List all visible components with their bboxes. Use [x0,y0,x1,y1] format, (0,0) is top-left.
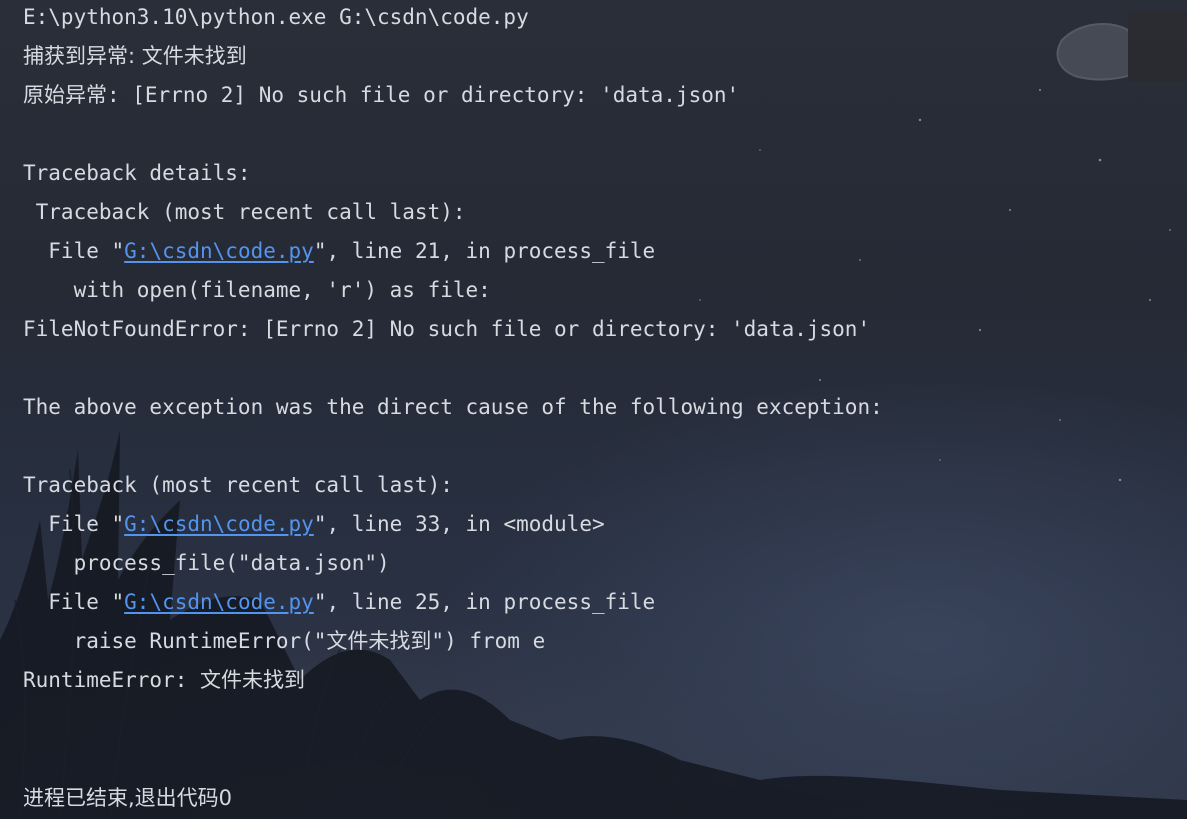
frame-suffix: ", line 21, in process_file [313,239,656,263]
traceback-code-line: with open(filename, 'r') as file: [23,278,491,302]
frame-prefix: File " [23,590,125,614]
frame-suffix: ", line 25, in process_file [313,590,656,614]
file-link[interactable]: G:\csdn\code.py [124,590,314,614]
command-line: E:\python3.10\python.exe G:\csdn\code.py [23,5,529,29]
caught-exception-line: 捕获到异常: 文件未找到 [23,44,247,68]
file-link[interactable]: G:\csdn\code.py [124,512,314,536]
traceback-details-label: Traceback details: [23,161,251,185]
traceback-code-line: raise RuntimeError("文件未找到") from e [23,629,546,653]
runtime-error-line: RuntimeError: 文件未找到 [23,668,306,692]
file-not-found-error-line: FileNotFoundError: [Errno 2] No such fil… [23,317,871,341]
traceback-frame: File "G:\csdn\code.py", line 21, in proc… [23,237,655,265]
traceback-frame: File "G:\csdn\code.py", line 33, in <mod… [23,510,605,538]
traceback-code-line: process_file("data.json") [23,551,390,575]
cause-message: The above exception was the direct cause… [23,395,883,419]
frame-suffix: ", line 33, in <module> [313,512,605,536]
file-link[interactable]: G:\csdn\code.py [124,239,314,263]
traceback-header: Traceback (most recent call last): [23,473,453,497]
traceback-frame: File "G:\csdn\code.py", line 25, in proc… [23,588,655,616]
process-exit-line: 进程已结束,退出代码0 [23,786,233,810]
run-console: E:\python3.10\python.exe G:\csdn\code.py… [0,0,1187,819]
frame-prefix: File " [23,239,125,263]
traceback-header: Traceback (most recent call last): [23,200,466,224]
frame-prefix: File " [23,512,125,536]
original-exception-line: 原始异常: [Errno 2] No such file or director… [23,83,740,107]
